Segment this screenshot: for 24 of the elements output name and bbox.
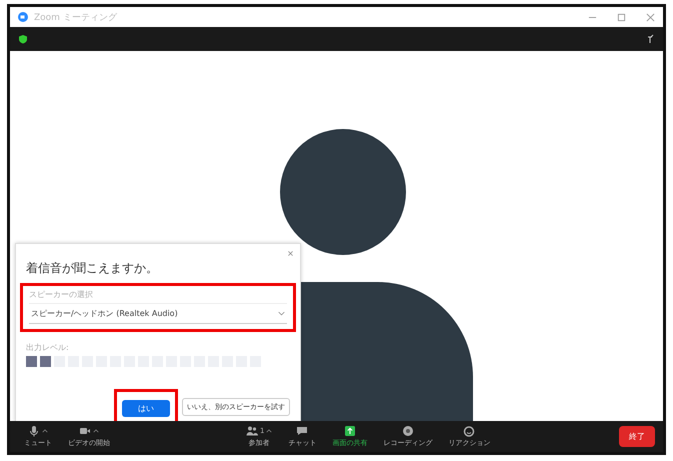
video-camera-icon bbox=[79, 425, 91, 437]
caret-icon bbox=[42, 429, 48, 433]
fullscreen-icon[interactable] bbox=[645, 34, 655, 44]
field-label: 出力レベル: bbox=[26, 342, 70, 353]
dialog-title: 着信音が聞こえますか。 bbox=[26, 260, 159, 277]
speaker-dropdown[interactable]: スピーカー/ヘッドホン (Realtek Audio) bbox=[29, 303, 287, 324]
window-title: Zoom ミーティング bbox=[34, 12, 117, 24]
field-label: スピーカーの選択 bbox=[29, 289, 94, 300]
smiley-icon bbox=[463, 425, 476, 437]
shield-icon[interactable] bbox=[18, 34, 28, 44]
microphone-icon bbox=[28, 425, 40, 437]
maximize-icon[interactable] bbox=[617, 12, 626, 22]
chat-icon bbox=[296, 425, 308, 437]
close-icon[interactable] bbox=[287, 250, 294, 257]
end-button[interactable]: 終了 bbox=[619, 426, 655, 447]
record-icon bbox=[402, 425, 414, 437]
caret-icon bbox=[278, 311, 285, 316]
yes-button[interactable]: はい bbox=[122, 400, 170, 417]
caret-icon bbox=[93, 429, 99, 433]
people-icon bbox=[246, 425, 258, 437]
caret-icon bbox=[266, 429, 272, 433]
share-screen-icon bbox=[344, 425, 356, 437]
close-icon[interactable] bbox=[646, 12, 655, 22]
app-icon bbox=[18, 12, 28, 22]
